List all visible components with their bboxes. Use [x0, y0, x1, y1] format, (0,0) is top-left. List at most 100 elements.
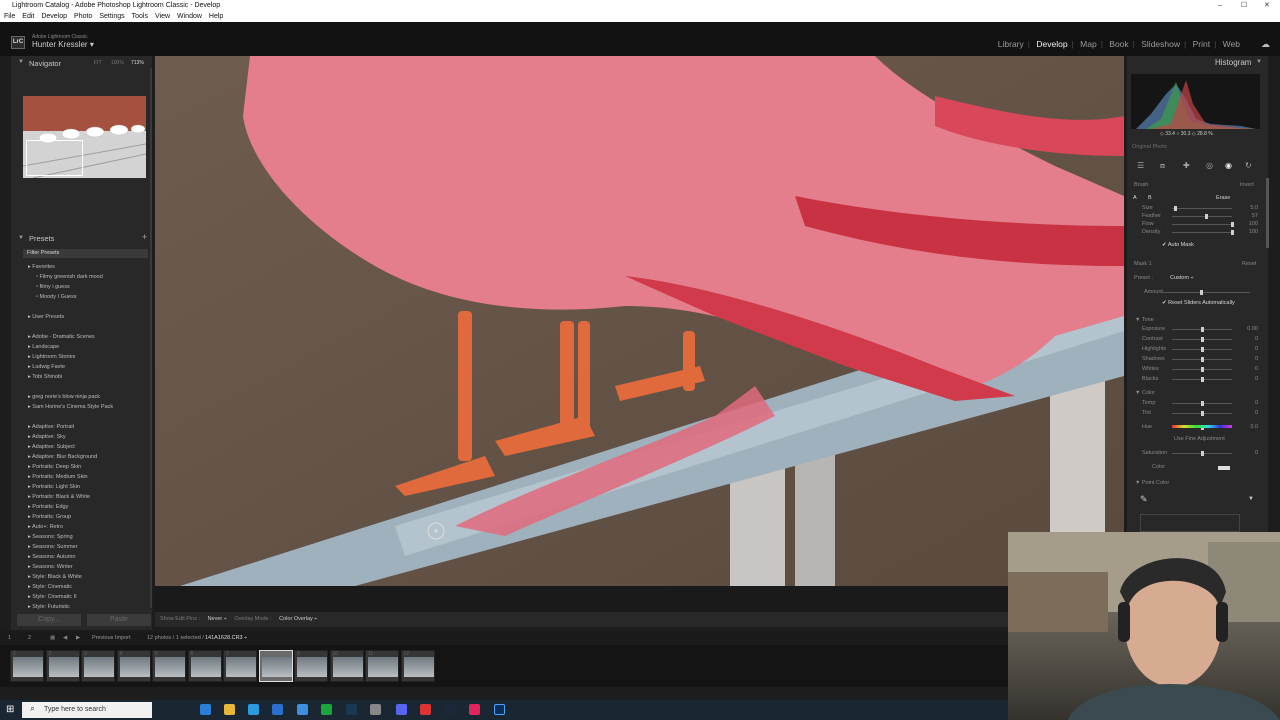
hue-slider-track[interactable]	[1172, 425, 1232, 428]
tone-section[interactable]: ▼ Tone	[1135, 317, 1154, 323]
amount-slider-thumb[interactable]	[1200, 290, 1203, 295]
module-develop[interactable]: Develop	[1036, 39, 1067, 49]
tone-value[interactable]: 0	[1240, 376, 1258, 382]
menu-photo[interactable]: Photo	[74, 13, 92, 20]
brush-size-slider-thumb[interactable]	[1174, 206, 1177, 211]
preset-group[interactable]: ▸ Seasons: Winter	[28, 564, 73, 570]
menu-window[interactable]: Window	[177, 13, 202, 20]
preset-item[interactable]: ▫ filmy i guess	[36, 284, 70, 290]
discord-icon[interactable]	[396, 704, 407, 715]
menu-settings[interactable]: Settings	[99, 13, 124, 20]
preset-group[interactable]: ▸ Adaptive: Subject	[28, 444, 75, 450]
brush-erase[interactable]: Erase	[1216, 195, 1230, 201]
brush-feather-slider-thumb[interactable]	[1205, 214, 1208, 219]
reset-button[interactable]: Reset	[1242, 261, 1256, 267]
preset-group[interactable]: ▸ Seasons: Spring	[28, 534, 73, 540]
app-icon[interactable]	[420, 704, 431, 715]
brush-flow-slider-thumb[interactable]	[1231, 222, 1234, 227]
preset-group[interactable]: ▸ Portraits: Group	[28, 514, 71, 520]
filter-presets-input[interactable]: Filter Presets	[23, 249, 148, 258]
back-arrow-icon[interactable]: ◀	[63, 631, 67, 645]
file-explorer-icon[interactable]	[224, 704, 235, 715]
close-button[interactable]: ✕	[1264, 0, 1270, 11]
color-saturation-value[interactable]: 0	[1240, 450, 1258, 456]
lightroom-taskbar-icon[interactable]	[494, 704, 505, 715]
page1-button[interactable]: 1	[8, 631, 11, 645]
preset-group[interactable]: ▸ Portraits: Light Skin	[28, 484, 80, 490]
preset-group[interactable]: ▸ Portraits: Black & White	[28, 494, 90, 500]
eyedropper-icon[interactable]: ✎	[1140, 494, 1148, 505]
store-icon[interactable]	[248, 704, 259, 715]
filmstrip-thumbnail[interactable]: 4	[116, 650, 151, 682]
brush-density-value[interactable]: 100	[1240, 229, 1258, 235]
tone-slider-thumb[interactable]	[1201, 327, 1204, 332]
edit-sliders-icon[interactable]: ☰	[1137, 161, 1144, 170]
overlay-mode-select[interactable]: Color Overlay ÷	[279, 616, 317, 622]
preset-group[interactable]: ▸ Auto+: Retro	[28, 524, 63, 530]
color-tint-slider-thumb[interactable]	[1201, 411, 1204, 416]
collapse-triangle-icon[interactable]: ▼	[1256, 59, 1262, 65]
chevron-down-icon[interactable]: ▼	[1248, 496, 1254, 502]
brush-a[interactable]: A	[1133, 195, 1137, 201]
paste-button[interactable]: Paste	[87, 614, 151, 626]
preset-group[interactable]: ▸ Portraits: Edgy	[28, 504, 68, 510]
menu-edit[interactable]: Edit	[22, 13, 34, 20]
mail-icon[interactable]	[272, 704, 283, 715]
color-temp-slider-thumb[interactable]	[1201, 401, 1204, 406]
show-edit-pins-select[interactable]: Never ÷	[208, 616, 227, 622]
tone-value[interactable]: 0	[1240, 336, 1258, 342]
crop-icon[interactable]: ⧈	[1160, 161, 1165, 171]
color-section[interactable]: ▼ Color	[1135, 390, 1155, 396]
preset-group[interactable]: ▸ Tobi Shinobi	[28, 374, 62, 380]
menu-view[interactable]: View	[155, 13, 170, 20]
filmstrip-thumbnail[interactable]: 12	[400, 650, 435, 682]
module-map[interactable]: Map	[1080, 39, 1097, 49]
left-panel-scrollbar[interactable]	[150, 68, 152, 608]
navigator-header[interactable]: ▼ Navigator FIT 100% 713%	[11, 57, 152, 69]
presets-header[interactable]: ▼ Presets +	[11, 232, 152, 244]
filmstrip-thumbnail[interactable]: 7	[223, 650, 257, 682]
xbox-icon[interactable]	[321, 704, 332, 715]
add-preset-button[interactable]: +	[142, 232, 147, 242]
color-swatch[interactable]	[1218, 466, 1230, 470]
color-temp-value[interactable]: 0	[1240, 400, 1258, 406]
preset-group[interactable]: ▸ Adaptive: Blur Background	[28, 454, 97, 460]
navigator-zoom-rect[interactable]	[26, 140, 83, 176]
preset-group[interactable]: ▸ User Presets	[28, 314, 64, 320]
color-saturation-slider-thumb[interactable]	[1201, 451, 1204, 456]
tone-value[interactable]: 0	[1240, 356, 1258, 362]
steam-icon[interactable]	[444, 704, 455, 715]
module-library[interactable]: Library	[998, 39, 1024, 49]
menu-tools[interactable]: Tools	[132, 13, 148, 20]
color-tint-value[interactable]: 0	[1240, 410, 1258, 416]
forward-arrow-icon[interactable]: ▶	[76, 631, 80, 645]
filmstrip-thumbnail[interactable]: 10	[329, 650, 364, 682]
preset-group[interactable]: ▸ Sam Horine's Cinema Style Pack	[28, 404, 113, 410]
filmstrip-thumbnail[interactable]: 2	[45, 650, 80, 682]
fine-adjustment-checkbox[interactable]: Use Fine Adjustment	[1174, 436, 1225, 442]
invert-checkbox[interactable]: Invert	[1240, 182, 1254, 188]
preset-group[interactable]: ▸ Style: Futuristic	[28, 604, 70, 610]
histogram-title[interactable]: Histogram	[1215, 58, 1251, 67]
grid-icon[interactable]: ▦	[50, 631, 55, 645]
preset-group[interactable]: ▸ Style: Black & White	[28, 574, 82, 580]
preset-group[interactable]: ▸ Seasons: Summer	[28, 544, 78, 550]
filmstrip-thumbnail[interactable]: 9	[294, 650, 328, 682]
menu-help[interactable]: Help	[209, 13, 223, 20]
reset-sliders-checkbox[interactable]: ✔ Reset Sliders Automatically	[1162, 300, 1235, 306]
filmstrip-thumbnail[interactable]: 5	[152, 650, 186, 682]
tone-slider-thumb[interactable]	[1201, 337, 1204, 342]
right-panel-scrollbar[interactable]	[1266, 178, 1269, 248]
preset-group[interactable]: ▸ Adobe - Dramatic Scenes	[28, 334, 95, 340]
brush-density-slider[interactable]	[1172, 232, 1232, 233]
module-slideshow[interactable]: Slideshow	[1141, 39, 1180, 49]
preset-group[interactable]: ▸ Adaptive: Sky	[28, 434, 66, 440]
preset-group-favorites[interactable]: ▸ Favorites	[28, 264, 55, 270]
tone-value[interactable]: 0	[1240, 346, 1258, 352]
zoom-100[interactable]: 100%	[111, 60, 124, 66]
menu-file[interactable]: File	[4, 13, 15, 20]
color-hue-value[interactable]: 0.0	[1240, 424, 1258, 430]
terminal-icon[interactable]	[346, 704, 357, 715]
brush-density-slider-thumb[interactable]	[1231, 230, 1234, 235]
music-icon[interactable]	[469, 704, 480, 715]
